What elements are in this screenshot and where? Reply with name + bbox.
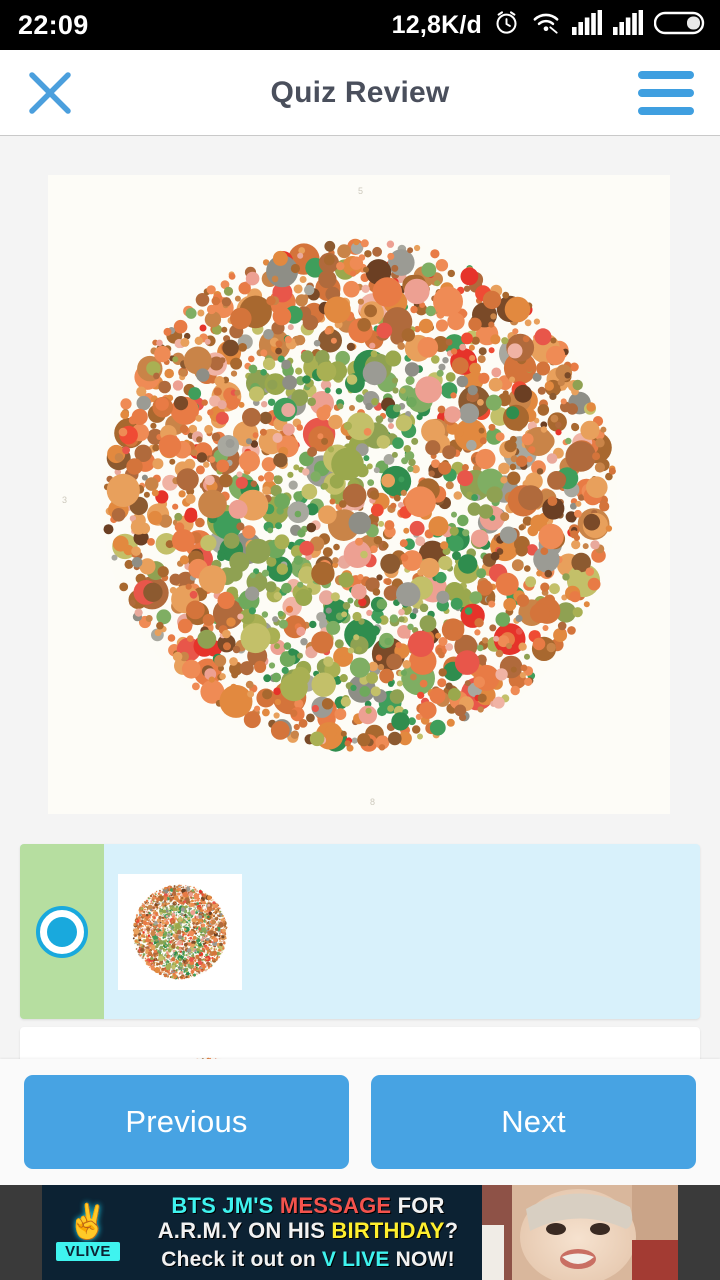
vlive-logo: ✌ VLIVE — [42, 1205, 134, 1261]
ad-line1-part3: FOR — [391, 1193, 444, 1218]
status-bar-clock: 22:09 — [18, 10, 89, 41]
wifi-icon — [531, 10, 561, 41]
plate-mark-top: 5 — [358, 186, 363, 196]
close-button[interactable] — [22, 65, 78, 121]
hamburger-menu-icon[interactable] — [638, 71, 694, 115]
question-image-card: 5 3 8 — [48, 175, 670, 814]
next-button[interactable]: Next — [371, 1075, 696, 1169]
advertisement-banner[interactable]: ✌ VLIVE BTS JM'S MESSAGE FOR A.R.M.Y ON … — [0, 1185, 720, 1280]
ad-line3-part1: Check it out on — [161, 1248, 322, 1271]
status-bar-icons: 12,8K/d — [392, 9, 706, 42]
network-rate-label: 12,8K/d — [392, 11, 482, 40]
vlive-hand-icon: ✌ — [67, 1205, 109, 1239]
ad-line2-part3: ? — [445, 1218, 459, 1243]
answer-option-1-selection-strip[interactable] — [20, 844, 104, 1019]
ad-line3-part2: V LIVE — [322, 1248, 390, 1271]
ad-headline-line-2: A.R.M.Y ON HIS BIRTHDAY? — [140, 1218, 476, 1244]
answer-option-2[interactable] — [20, 1027, 700, 1059]
menu-bar-2 — [638, 89, 694, 97]
alarm-icon — [493, 9, 520, 41]
ad-line1-part1: BTS JM'S — [171, 1193, 280, 1218]
ad-headline-line-3: Check it out on V LIVE NOW! — [140, 1248, 476, 1272]
signal-bars-icon-2 — [613, 10, 643, 40]
quiz-content-scroll[interactable]: 5 3 8 — [0, 137, 720, 1059]
radio-button-selected[interactable] — [36, 906, 88, 958]
app-bar: Quiz Review — [0, 50, 720, 136]
page-title: Quiz Review — [0, 76, 720, 110]
app-screen: 22:09 12,8K/d Quiz Review 5 3 8 Previous… — [0, 0, 720, 1280]
radio-inner-dot — [47, 917, 77, 947]
battery-icon — [654, 9, 706, 42]
advertisement-copy: BTS JM'S MESSAGE FOR A.R.M.Y ON HIS BIRT… — [134, 1193, 482, 1272]
answer-option-1[interactable] — [20, 844, 700, 1019]
vlive-logo-text: VLIVE — [56, 1242, 120, 1261]
ad-line3-part3: NOW! — [390, 1248, 455, 1271]
answer-option-1-body — [104, 844, 700, 1019]
plate-mark-left: 3 — [62, 495, 67, 505]
menu-bar-1 — [638, 71, 694, 79]
ad-headline-line-1: BTS JM'S MESSAGE FOR — [140, 1193, 476, 1219]
plate-mark-bottom: 8 — [370, 797, 375, 807]
status-bar: 22:09 12,8K/d — [0, 0, 720, 50]
quiz-navigation-bar: Previous Next — [0, 1059, 720, 1185]
ishihara-plate-image — [99, 235, 619, 755]
ad-line1-part2: MESSAGE — [280, 1193, 391, 1218]
previous-button[interactable]: Previous — [24, 1075, 349, 1169]
ad-line2-part2: BIRTHDAY — [331, 1218, 444, 1243]
advertisement-photo — [482, 1185, 678, 1280]
answer-option-1-thumbnail — [118, 874, 242, 990]
advertisement-content[interactable]: ✌ VLIVE BTS JM'S MESSAGE FOR A.R.M.Y ON … — [42, 1185, 678, 1280]
signal-bars-icon-1 — [572, 10, 602, 40]
menu-bar-3 — [638, 107, 694, 115]
ad-line2-part1: A.R.M.Y ON HIS — [158, 1218, 332, 1243]
